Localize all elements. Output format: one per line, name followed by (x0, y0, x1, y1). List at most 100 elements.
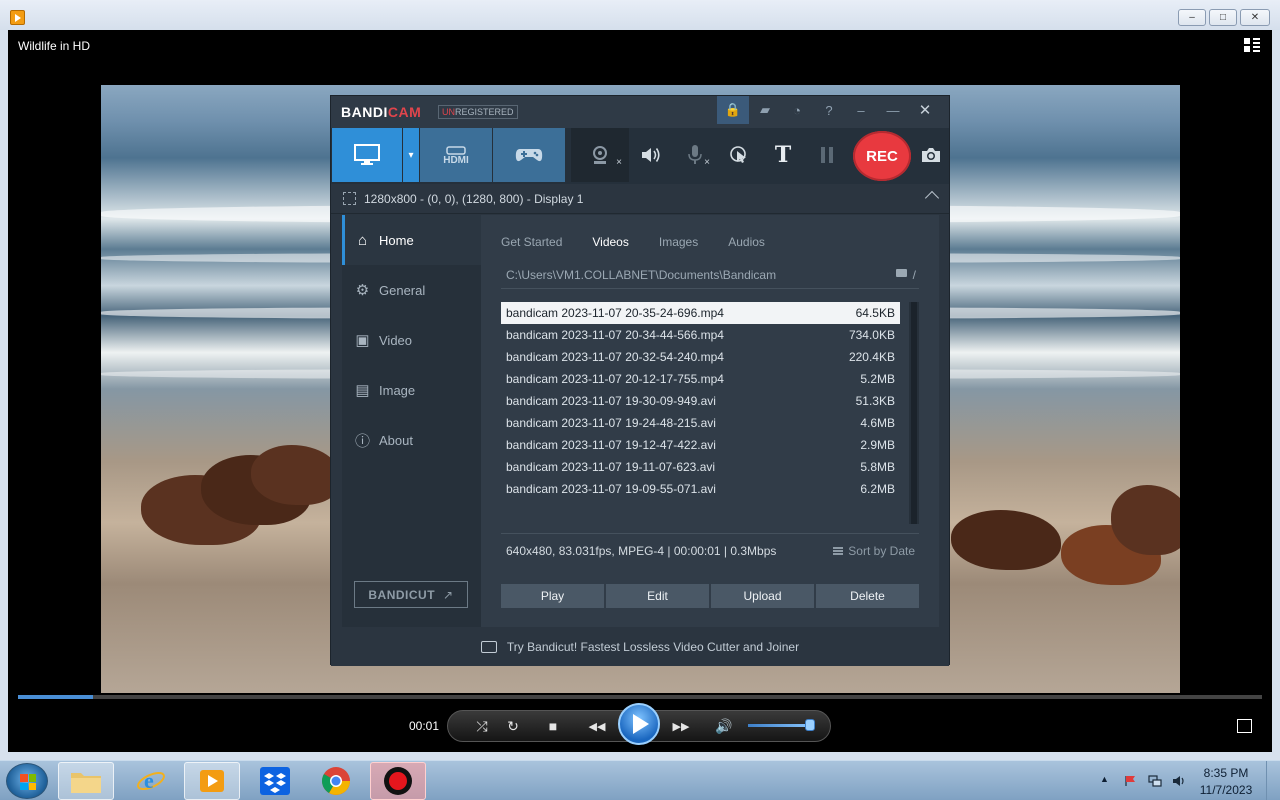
taskbar-internet-explorer[interactable]: e (123, 762, 179, 800)
tab-get-started[interactable]: Get Started (501, 235, 562, 251)
repeat-button[interactable]: ↻ (503, 716, 523, 736)
file-row[interactable]: bandicam 2023-11-07 20-35-24-696.mp4 64.5… (501, 302, 900, 324)
taskbar-explorer[interactable] (58, 762, 114, 800)
folder-icon[interactable]: ▰ (749, 96, 781, 124)
clock-date[interactable]: 11/7/2023 (1196, 783, 1256, 797)
camera-icon[interactable] (920, 145, 942, 165)
scrollbar-thumb[interactable] (911, 302, 917, 524)
device-recording-mode-button[interactable]: HDMI (420, 128, 492, 182)
edit-file-button[interactable]: Edit (606, 584, 709, 608)
window-controls: – □ ✕ (1178, 9, 1270, 26)
svg-text:e: e (144, 768, 154, 793)
tab-audios[interactable]: Audios (728, 235, 765, 251)
taskbar-media-player[interactable] (184, 762, 240, 800)
maximize-button[interactable]: □ (1209, 9, 1237, 26)
shuffle-button[interactable]: ⤮ (472, 716, 492, 736)
taskbar-chrome[interactable] (308, 762, 364, 800)
switch-to-library-icon[interactable] (1244, 38, 1260, 52)
seek-bar[interactable] (18, 695, 1262, 699)
sort-by-date-button[interactable]: Sort by Date (833, 544, 915, 558)
file-row[interactable]: bandicam 2023-11-07 19-12-47-422.avi 2.9M… (501, 434, 900, 456)
tab-images[interactable]: Images (659, 235, 698, 251)
game-recording-mode-button[interactable] (493, 128, 565, 182)
pause-button[interactable] (805, 128, 849, 182)
clock-icon[interactable]: ◔ (781, 96, 813, 124)
file-row[interactable]: bandicam 2023-11-07 20-32-54-240.mp4 220.… (501, 346, 900, 368)
text-overlay-button[interactable]: T (761, 128, 805, 182)
microphone-button[interactable]: × (673, 128, 717, 182)
previous-button[interactable]: ◀◀ (583, 716, 611, 736)
sidebar-item-about[interactable]: ⓘ About (342, 415, 481, 465)
show-desktop-button[interactable] (1266, 761, 1280, 800)
bandicam-window: BANDICAM UNREGISTERED 🔒 ▰ ◔ ? – — ✕ ▾ HD… (330, 95, 950, 666)
show-hidden-icons-button[interactable]: ▲ (1100, 774, 1109, 784)
upload-file-button[interactable]: Upload (711, 584, 814, 608)
home-icon: ⌂ (357, 231, 368, 249)
stop-button[interactable]: ■ (543, 716, 563, 736)
sidebar-item-general[interactable]: ⚙ General (342, 265, 481, 315)
chevron-up-icon[interactable] (924, 190, 940, 206)
close-button[interactable]: ✕ (1240, 9, 1270, 26)
file-row[interactable]: bandicam 2023-11-07 19-09-55-071.avi 6.2M… (501, 478, 900, 500)
webcam-icon (593, 146, 607, 164)
sidebar-item-home[interactable]: ⌂ Home (342, 215, 481, 265)
tab-videos[interactable]: Videos (592, 235, 628, 251)
pause-icon (821, 147, 833, 163)
video-settings-icon: ▣ (355, 332, 370, 349)
output-folder-row: C:\Users\VM1.COLLABNET\Documents\Bandica… (501, 261, 919, 289)
folder-icon (71, 773, 101, 793)
speaker-button[interactable] (629, 128, 673, 182)
file-row[interactable]: bandicam 2023-11-07 20-12-17-755.mp4 5.2M… (501, 368, 900, 390)
stop-icon: ■ (548, 718, 558, 734)
image-settings-icon: ▤ (355, 382, 370, 399)
open-folder-icon[interactable] (896, 269, 907, 277)
screen-recording-mode-button[interactable] (332, 128, 402, 182)
sidebar-item-image[interactable]: ▤ Image (342, 365, 481, 415)
file-row[interactable]: bandicam 2023-11-07 19-11-07-623.avi 5.8M… (501, 456, 900, 478)
webcam-overlay-button[interactable]: × (571, 128, 629, 182)
sort-icon (833, 547, 844, 555)
clock-time[interactable]: 8:35 PM (1196, 766, 1256, 780)
monitor-icon (354, 144, 380, 165)
windows-logo-icon (20, 774, 36, 790)
bandicam-sidebar: ⌂ Home ⚙ General ▣ Video ▤ Image ⓘ About… (342, 215, 481, 627)
screen-mode-dropdown[interactable]: ▾ (403, 128, 419, 182)
cursor-click-icon (730, 146, 746, 163)
file-row[interactable]: bandicam 2023-11-07 19-30-09-949.avi 51.3… (501, 390, 900, 412)
help-icon[interactable]: ? (813, 96, 845, 124)
record-button[interactable]: REC (853, 131, 911, 181)
play-file-button[interactable]: Play (501, 584, 604, 608)
taskbar-bandicam[interactable] (370, 762, 426, 800)
bandicut-button[interactable]: BANDICUT ↗ (354, 581, 468, 608)
region-select-icon[interactable] (343, 192, 356, 205)
next-button[interactable]: ▶▶ (667, 716, 695, 736)
capture-region-bar[interactable]: 1280x800 - (0, 0), (1280, 800) - Display… (331, 184, 949, 214)
capture-region-text: 1280x800 - (0, 0), (1280, 800) - Display… (364, 192, 584, 206)
start-button[interactable] (6, 763, 48, 799)
file-row[interactable]: bandicam 2023-11-07 20-34-44-566.mp4 734.… (501, 324, 900, 346)
delete-file-button[interactable]: Delete (816, 584, 919, 608)
dropbox-icon (260, 767, 290, 795)
sidebar-item-video[interactable]: ▣ Video (342, 315, 481, 365)
cursor-effect-button[interactable] (717, 128, 761, 182)
file-list-scrollbar[interactable] (909, 302, 919, 524)
bandicut-promo-link[interactable]: Try Bandicut! Fastest Lossless Video Cut… (331, 627, 949, 666)
volume-icon: 🔊 (715, 717, 733, 734)
taskbar-dropbox[interactable] (247, 762, 303, 800)
fullscreen-icon[interactable] (1237, 719, 1252, 733)
file-actions: Play Edit Upload Delete (501, 584, 919, 608)
mute-button[interactable]: 🔊 (714, 716, 734, 736)
action-center-flag-icon[interactable] (1124, 775, 1138, 787)
speaker-tray-icon[interactable] (1172, 775, 1186, 787)
play-button[interactable] (618, 703, 660, 745)
close-icon[interactable]: ✕ (909, 96, 941, 124)
hdmi-icon (446, 145, 466, 155)
output-folder-path: C:\Users\VM1.COLLABNET\Documents\Bandica… (506, 268, 777, 282)
compact-mode-icon[interactable]: – (845, 96, 877, 124)
network-icon[interactable] (1148, 775, 1162, 787)
minimize-icon[interactable]: — (877, 96, 909, 124)
minimize-button[interactable]: – (1178, 9, 1206, 26)
file-row[interactable]: bandicam 2023-11-07 19-24-48-215.avi 4.6M… (501, 412, 900, 434)
lock-icon[interactable]: 🔒 (717, 96, 749, 124)
volume-knob[interactable] (805, 719, 815, 731)
